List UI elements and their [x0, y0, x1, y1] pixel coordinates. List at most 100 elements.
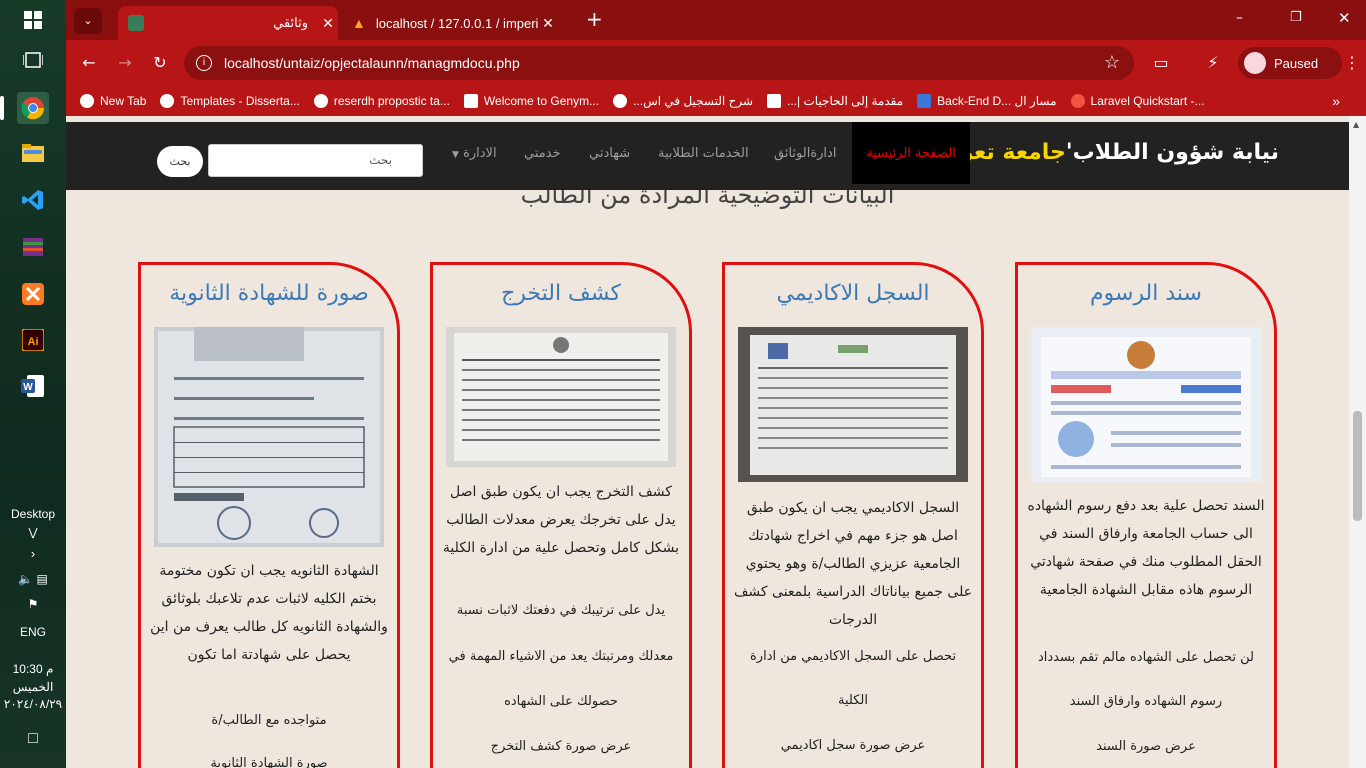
scrollbar-thumb[interactable] [1353, 411, 1362, 521]
word-icon[interactable]: W [17, 370, 49, 402]
nav-docs-admin[interactable]: ادارةالوثائق [774, 146, 836, 161]
browser-menu-icon[interactable]: ⋮ [1320, 52, 1360, 74]
tab-close-icon[interactable]: ✕ [538, 15, 558, 32]
card-note: معدلك ومرتبتك يعد من الاشياء المهمة في [448, 649, 674, 664]
chrome-icon[interactable] [17, 92, 49, 124]
card-fees-receipt: سند الرسوم السند تحصل علية بعد دفع رسوم … [1015, 262, 1277, 768]
tab-phpmyadmin[interactable]: ▲ localhost / 127.0.0.1 / imperial_ ✕ [342, 6, 558, 40]
phpmyadmin-favicon-icon: ▲ [352, 15, 366, 31]
close-window-icon[interactable]: ✕ [1338, 9, 1351, 27]
tab-documents[interactable]: وثائقي ✕ [118, 6, 338, 40]
card-note: متواجده مع الطالب/ة [211, 713, 327, 728]
scroll-up-icon[interactable]: ▲ [1353, 120, 1359, 129]
e-icon [917, 94, 932, 108]
globe-icon [80, 94, 94, 108]
card-note: حصولك على الشهاده [504, 694, 618, 709]
card-title: السجل الاكاديمي [776, 281, 930, 306]
extensions-icon[interactable]: ▭ [1150, 52, 1172, 74]
site-info-icon[interactable]: i [196, 55, 212, 71]
nav-home[interactable]: الصفحة الرئيسية [852, 122, 970, 184]
card-view-image-link[interactable]: عرض صورة كشف التخرج [437, 739, 685, 754]
card-description: كشف التخرج يجب ان يكون طبق اصل يدل على ت… [442, 484, 680, 556]
nav-student-services[interactable]: الخدمات الطلابية [658, 146, 749, 161]
card-view-image-link[interactable]: عرض صورة سجل اكاديمي [729, 738, 977, 753]
site-navbar: نيابة شؤون الطلاب'جامعة تعز الصفحة الرئي… [66, 122, 1349, 190]
reload-icon[interactable]: ↻ [149, 52, 171, 74]
site-favicon-icon [128, 15, 144, 31]
back-icon[interactable]: ← [78, 52, 100, 74]
card-title: سند الرسوم [1090, 281, 1202, 306]
performance-icon[interactable]: ⚡ [1202, 52, 1224, 74]
nav-my-certificates[interactable]: شهادتي [589, 146, 630, 161]
browser-toolbar: ← → ↻ i localhost/untaiz/opjectalaunn/ma… [66, 40, 1366, 86]
tab-strip: ⌄ وثائقي ✕ ▲ localhost / 127.0.0.1 / imp… [66, 0, 1366, 40]
minimize-icon[interactable]: – [1236, 10, 1243, 26]
new-tab-icon[interactable]: + [586, 9, 603, 29]
bookmark-item[interactable]: Laravel Quickstart -... [1070, 94, 1205, 108]
url-text[interactable]: localhost/untaiz/opjectalaunn/managmdocu… [224, 55, 520, 71]
card-view-image-link[interactable]: عرض صورة السند [1022, 739, 1270, 754]
search-button[interactable]: بحث [157, 146, 203, 177]
address-bar[interactable]: i localhost/untaiz/opjectalaunn/managmdo… [184, 46, 1134, 80]
card-note: لن تحصل على الشهاده مالم تقم بسدداد [1037, 650, 1254, 665]
windows-start-icon[interactable] [17, 4, 49, 36]
site-brand[interactable]: نيابة شؤون الطلاب'جامعة تعز [960, 140, 1279, 165]
page-icon [767, 94, 781, 108]
caret-down-icon: ▼ [452, 150, 459, 160]
tab-title: localhost / 127.0.0.1 / imperial_ [375, 15, 538, 31]
card-description: السجل الاكاديمي يجب ان يكون طبق اصل هو ج… [733, 500, 973, 628]
laravel-icon [1070, 94, 1085, 108]
card-view-image-link[interactable]: صورة الشهادة الثانوية [145, 756, 393, 768]
chevron-double-down-icon[interactable]: ⋁ [0, 526, 66, 539]
notifications-icon[interactable]: □ [0, 730, 66, 748]
academic-record-image [738, 327, 968, 482]
bookmark-item[interactable]: Back-End D... مسار ال [917, 94, 1057, 108]
tab-search-icon[interactable]: ⌄ [74, 8, 102, 34]
bookmark-item[interactable]: reserdh propostic ta... [313, 94, 450, 108]
card-high-school-certificate: صورة للشهادة الثانوية الشهادة الثانويه ي… [138, 262, 400, 768]
profile-avatar [1244, 52, 1266, 74]
volume-network-icon[interactable]: 🔈 ▤ [0, 572, 66, 586]
clock-date[interactable]: ٢٠٢٤/٠٨/٢٩ [0, 697, 66, 711]
globe-icon [160, 94, 175, 108]
windows-taskbar: Ai W Desktop ⋁ › 🔈 ▤ ⚑ ENG 10:30 م الخمي… [0, 0, 66, 768]
notification-tray-icon[interactable]: ⚑ [0, 597, 66, 611]
forward-icon[interactable]: → [114, 52, 136, 74]
vscode-icon[interactable] [17, 184, 49, 216]
card-note: الكلية [838, 693, 868, 708]
clock-time[interactable]: 10:30 م [0, 662, 66, 676]
bookmark-item[interactable]: شرح التسجيل في اس... [613, 94, 753, 108]
task-view-icon[interactable] [17, 44, 49, 76]
graduation-statement-image [446, 327, 676, 467]
nav-my-service[interactable]: خدمتي [524, 146, 561, 161]
card-note: تحصل على السجل الاكاديمي من ادارة [750, 649, 956, 664]
xampp-icon[interactable] [17, 278, 49, 310]
card-note: يدل على ترتيبك في دفعتك لاثبات نسبة [456, 603, 666, 618]
card-graduation-statement: كشف التخرج كشف التخرج يجب ان يكون طبق اص… [430, 262, 692, 768]
chevron-right-icon[interactable]: › [0, 546, 66, 561]
page-scrollbar[interactable]: ▲ [1349, 116, 1366, 768]
restore-icon[interactable]: ❐ [1290, 10, 1302, 25]
illustrator-icon[interactable]: Ai [17, 324, 49, 356]
bookmark-item[interactable]: New Tab [80, 94, 146, 108]
bookmarks-bar: New Tab Templates - Disserta... reserdh … [66, 86, 1366, 116]
clock-day[interactable]: الخميس [0, 680, 66, 694]
tab-close-icon[interactable]: ✕ [318, 15, 338, 32]
nav-admin-dropdown[interactable]: ▼ الادارة [452, 146, 497, 161]
card-note: رسوم الشهاده وارفاق السند [1069, 694, 1223, 709]
bookmark-star-icon[interactable]: ☆ [1104, 52, 1120, 73]
winrar-icon[interactable] [17, 231, 49, 263]
tab-title: وثائقي [273, 15, 308, 30]
globe-icon [613, 94, 628, 108]
file-explorer-icon[interactable] [17, 137, 49, 169]
google-icon [313, 94, 328, 108]
gmail-icon [463, 94, 478, 108]
bookmarks-overflow-icon[interactable]: » [1332, 93, 1340, 109]
bookmark-item[interactable]: Templates - Disserta... [160, 94, 300, 108]
language-indicator[interactable]: ENG [0, 625, 66, 639]
bookmark-item[interactable]: مقدمة إلى الحاجيات |... [767, 94, 903, 108]
bookmark-item[interactable]: Welcome to Genym... [463, 94, 599, 108]
desktop-label[interactable]: Desktop [0, 507, 66, 521]
search-input[interactable]: بحث [208, 144, 423, 177]
card-description: السند تحصل علية بعد دفع رسوم الشهاده الى… [1027, 498, 1265, 598]
